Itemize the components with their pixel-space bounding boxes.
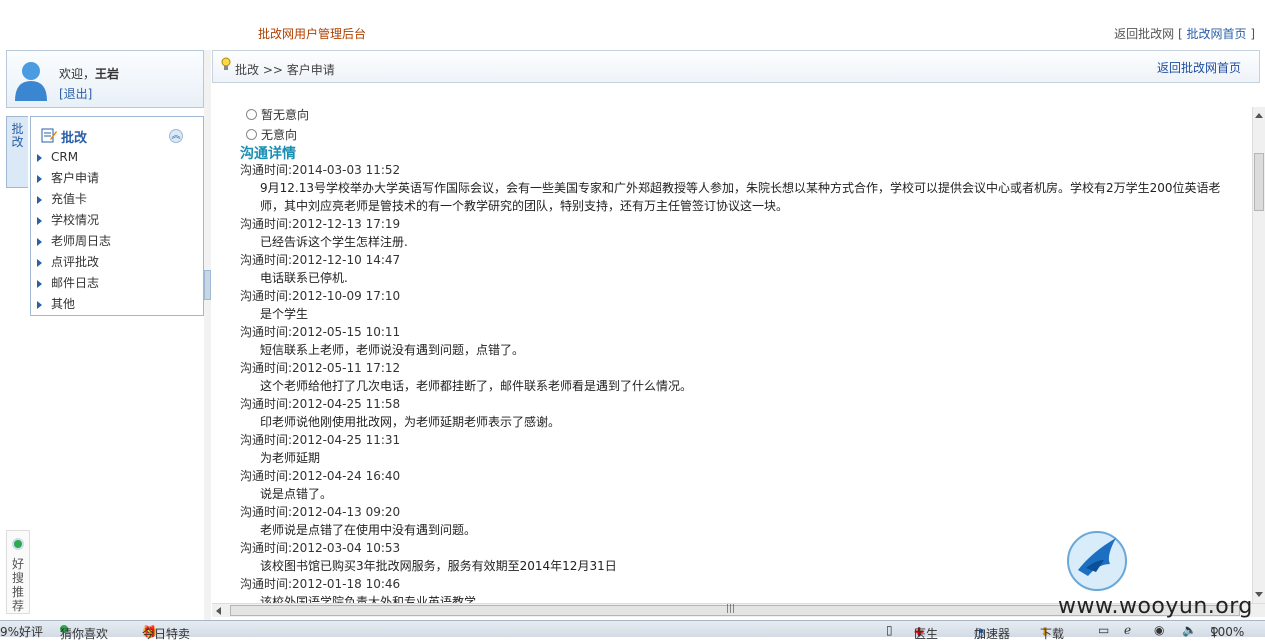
- scroll-thumb[interactable]: [1254, 153, 1264, 211]
- haoso-panel[interactable]: 好搜推荐: [6, 530, 30, 614]
- collapse-icon[interactable]: ︽: [169, 129, 183, 143]
- home-link[interactable]: 批改网首页: [1186, 27, 1246, 41]
- bulb-icon: [221, 57, 231, 70]
- record-text: 印老师说他刚使用批改网，为老师延期老师表示了感谢。: [260, 415, 561, 429]
- record-time: 沟通时间:2012-04-25 11:58: [240, 397, 401, 411]
- scroll-up-icon[interactable]: [1255, 113, 1263, 118]
- menu-list: CRM 客户申请 充值卡 学校情况 老师周日志 点评批改 邮件日志 其他: [31, 147, 203, 315]
- record-text: 为老师延期: [260, 451, 321, 465]
- sidebar-item-customer-apply[interactable]: 客户申请: [31, 168, 203, 189]
- watermark-text: www.wooyun.org: [1058, 594, 1253, 619]
- edit-icon: [41, 128, 57, 143]
- record-time: 沟通时间:2012-05-11 17:12: [240, 361, 401, 375]
- main-content: 暂无意向 无意向 沟通详情 沟通时间:2014-03-03 11:52 9月12.…: [212, 107, 1252, 603]
- return-links: 返回批改网 [ 批改网首页 ]: [1114, 25, 1255, 42]
- record-text: 这个老师给他打了几次电话，老师都挂断了，邮件联系老师看是遇到了什么情况。: [260, 379, 693, 393]
- list-item: 沟通时间:2012-05-11 17:12 这个老师给他打了几次电话，老师都挂断了…: [240, 359, 1230, 395]
- phone-icon[interactable]: ▯: [886, 623, 893, 637]
- section-title: 沟通详情: [240, 146, 296, 162]
- logout-link[interactable]: [退出]: [59, 85, 92, 102]
- radio-no-intent-yet[interactable]: 暂无意向: [246, 107, 309, 123]
- haoso-label: 好搜推荐: [12, 557, 25, 613]
- scroll-left-icon[interactable]: [216, 607, 221, 615]
- sidebar-item-mail-log[interactable]: 邮件日志: [31, 273, 203, 294]
- record-time: 沟通时间:2012-04-25 11:31: [240, 433, 401, 447]
- sidebar-item-school-info[interactable]: 学校情况: [31, 210, 203, 231]
- record-time: 沟通时间:2012-12-13 17:19: [240, 217, 401, 231]
- list-item: 沟通时间:2012-05-15 10:11 短信联系上老师，老师说没有遇到问题，点…: [240, 323, 1230, 359]
- sidebar-item-crm[interactable]: CRM: [31, 147, 203, 168]
- splitter-handle[interactable]: [204, 270, 211, 300]
- list-item: 沟通时间:2012-04-25 11:58 印老师说他刚使用批改网，为老师延期老师…: [240, 395, 1230, 431]
- ie-icon[interactable]: ℯ: [1124, 623, 1131, 637]
- bracket-left: [: [1177, 27, 1183, 41]
- menu-header[interactable]: 批改 ︽: [31, 117, 203, 147]
- sidebar-item-teacher-weekly-log[interactable]: 老师周日志: [31, 231, 203, 252]
- sidebar-splitter[interactable]: [204, 50, 211, 620]
- user-avatar-icon: [15, 62, 47, 101]
- record-text: 短信联系上老师，老师说没有遇到问题，点错了。: [260, 343, 525, 357]
- breadcrumb-home-link[interactable]: 返回批改网首页: [1157, 59, 1241, 76]
- record-time: 沟通时间:2012-04-13 09:20: [240, 505, 401, 519]
- sidebar-item-other[interactable]: 其他: [31, 294, 203, 315]
- sidebar-item-review[interactable]: 点评批改: [31, 252, 203, 273]
- bracket-right: ]: [1250, 27, 1255, 41]
- record-text: 说是点错了。: [260, 487, 333, 501]
- list-item: 沟通时间:2014-03-03 11:52 9月12.13号学校举办大学英语写作国…: [240, 161, 1230, 215]
- haoso-icon: [12, 538, 24, 550]
- record-text: 是个学生: [260, 307, 309, 321]
- record-text: 电话联系已停机.: [260, 271, 348, 285]
- list-item: 沟通时间:2012-10-09 17:10 是个学生: [240, 287, 1230, 323]
- good-review-text[interactable]: 9%好评: [0, 623, 43, 640]
- breadcrumb: 批改 >> 客户申请 返回批改网首页: [212, 50, 1260, 83]
- sidebar-menu: 批改 ︽ CRM 客户申请 充值卡 学校情况 老师周日志 点评批改 邮件日志 其…: [30, 116, 204, 316]
- return-text: 返回批改网: [1114, 27, 1175, 41]
- radio-no-intent[interactable]: 无意向: [246, 126, 297, 143]
- chat-icon[interactable]: ◉: [1154, 623, 1164, 637]
- window-icon[interactable]: ▭: [1098, 623, 1109, 637]
- sidebar-tab-pigai[interactable]: 批改: [6, 116, 28, 188]
- record-time: 沟通时间:2012-12-10 14:47: [240, 253, 401, 267]
- wooyun-bird-logo-icon: [1067, 531, 1127, 591]
- list-item: 沟通时间:2012-12-10 14:47 电话联系已停机.: [240, 251, 1230, 287]
- breadcrumb-path: 批改 >> 客户申请: [235, 63, 335, 77]
- grip-icon: |||: [726, 604, 736, 614]
- welcome-text: 欢迎，王岩: [59, 67, 120, 81]
- menu-title: 批改: [61, 131, 88, 146]
- list-item: 沟通时间:2012-04-24 16:40 说是点错了。: [240, 467, 1230, 503]
- radio-button[interactable]: [246, 129, 257, 140]
- scroll-down-icon[interactable]: [1255, 592, 1263, 597]
- record-time: 沟通时间:2014-03-03 11:52: [240, 163, 401, 177]
- record-time: 沟通时间:2012-04-24 16:40: [240, 469, 401, 483]
- radio-button[interactable]: [246, 109, 257, 120]
- record-time: 沟通时间:2012-05-15 10:11: [240, 325, 401, 339]
- list-item: 沟通时间:2012-04-25 11:31 为老师延期: [240, 431, 1230, 467]
- record-text: 已经告诉这个学生怎样注册.: [260, 235, 408, 249]
- volume-icon[interactable]: 🔈: [1182, 623, 1197, 637]
- system-title: 批改网用户管理后台: [258, 27, 367, 41]
- user-name: 王岩: [95, 67, 120, 81]
- list-item: 沟通时间:2012-12-13 17:19 已经告诉这个学生怎样注册.: [240, 215, 1230, 251]
- browser-statusbar: 9%好评 猜你喜欢 🎁 今日特卖 ▯ ✚ 医生 ◔ 加速器 ⬇ 下载 ▭ ℯ ◉ 🔈 ⚲…: [0, 620, 1265, 641]
- user-panel: 欢迎，王岩 [退出]: [6, 50, 204, 108]
- record-time: 沟通时间:2012-10-09 17:10: [240, 289, 401, 303]
- top-header: 批改网用户管理后台 返回批改网 [ 批改网首页 ]: [0, 0, 1265, 48]
- sidebar-item-recharge-card[interactable]: 充值卡: [31, 189, 203, 210]
- vertical-scrollbar[interactable]: [1252, 107, 1265, 603]
- record-text: 9月12.13号学校举办大学英语写作国际会议，会有一些美国专家和广外郑超教授等人…: [260, 181, 1221, 213]
